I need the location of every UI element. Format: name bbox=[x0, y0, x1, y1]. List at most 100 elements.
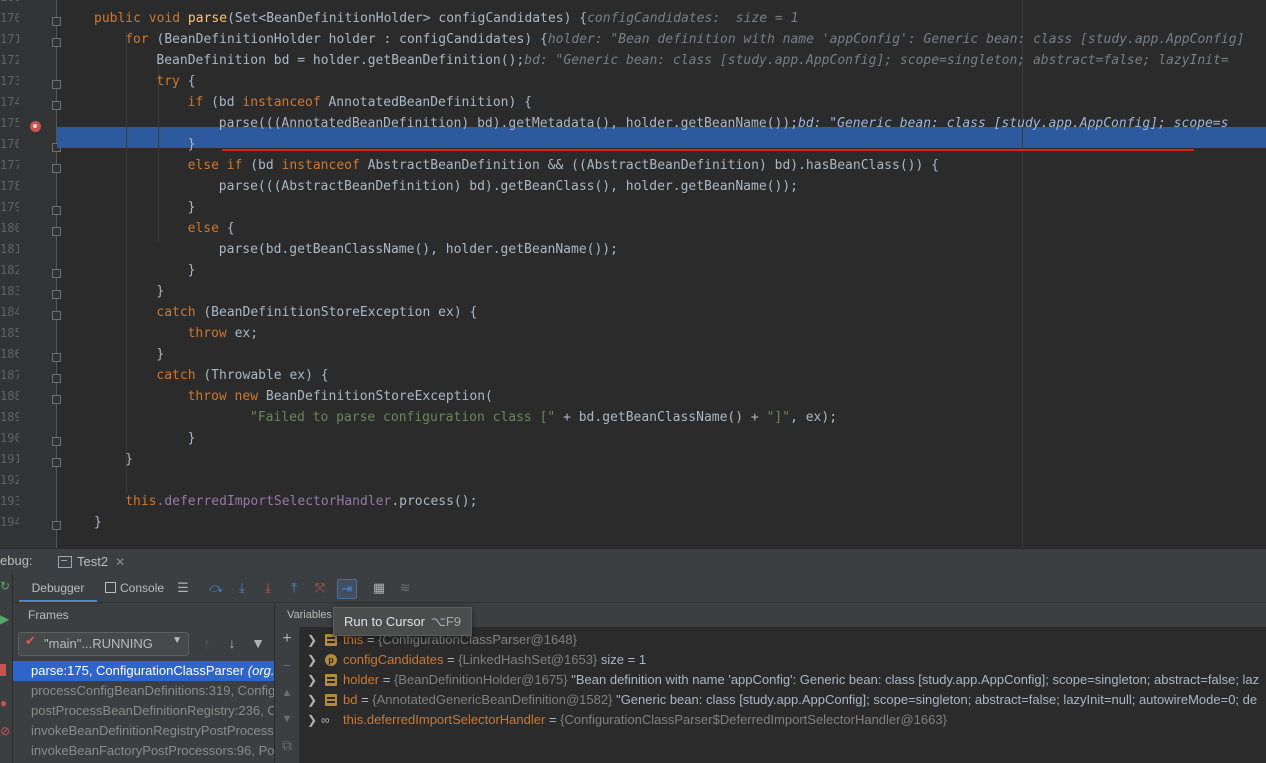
fold-marker-icon[interactable] bbox=[52, 269, 61, 278]
line-number[interactable]: 191 bbox=[0, 452, 61, 473]
line-number[interactable]: 181 bbox=[0, 242, 56, 263]
variable-row[interactable]: ❯ holder = {BeanDefinitionHolder@1675} "B… bbox=[299, 670, 1266, 690]
execution-point-line[interactable]: parse(((AnnotatedBeanDefinition) bd).get… bbox=[219, 116, 1229, 137]
code-line[interactable]: else { bbox=[188, 221, 235, 242]
fold-marker-icon[interactable] bbox=[52, 290, 61, 299]
code-line[interactable]: public void parse(Set<BeanDefinitionHold… bbox=[94, 11, 798, 32]
line-number[interactable]: 183 bbox=[0, 284, 61, 305]
tab-console[interactable]: Console bbox=[105, 574, 164, 602]
frame-item[interactable]: invokeBeanDefinitionRegistryPostProcess bbox=[13, 721, 274, 741]
fold-marker-icon[interactable] bbox=[52, 38, 61, 47]
code-line[interactable]: } bbox=[156, 347, 164, 368]
fold-marker-icon[interactable] bbox=[52, 311, 61, 320]
view-breakpoints-icon[interactable]: ● bbox=[0, 696, 10, 710]
code-line[interactable]: if (bd instanceof AnnotatedBeanDefinitio… bbox=[188, 95, 532, 116]
code-line[interactable]: } bbox=[94, 515, 102, 536]
variable-row[interactable]: ❯ ∞ this.deferredImportSelectorHandler = {… bbox=[299, 710, 1266, 730]
line-number[interactable]: 178 bbox=[0, 179, 56, 200]
force-step-into-icon[interactable]: ⤓ bbox=[259, 579, 277, 597]
fold-marker-icon[interactable] bbox=[52, 101, 61, 110]
code-editor[interactable]: 169 170 171 172 173 174 175 176 177 178 179 180 181 1… bbox=[0, 0, 1266, 548]
line-number[interactable]: 193 bbox=[0, 494, 56, 515]
code-line[interactable]: else if (bd instanceof AbstractBeanDefin… bbox=[188, 158, 939, 179]
fold-marker-icon[interactable] bbox=[52, 80, 61, 89]
trace-stream-icon[interactable]: ≋ bbox=[396, 579, 414, 597]
code-line[interactable]: "Failed to parse configuration class [" … bbox=[250, 410, 837, 431]
line-number[interactable]: 176 bbox=[0, 137, 61, 158]
evaluate-expression-icon[interactable]: ▦ bbox=[370, 579, 388, 597]
line-number[interactable]: 173 bbox=[0, 74, 61, 95]
fold-marker-icon[interactable] bbox=[52, 206, 61, 215]
thread-selector[interactable]: ✔ "main"...RUNNING ▼ bbox=[18, 632, 189, 656]
variable-row[interactable]: ❯ bd = {AnnotatedGenericBeanDefinition@15… bbox=[299, 690, 1266, 710]
frame-item-selected[interactable]: parse:175, ConfigurationClassParser (org… bbox=[13, 661, 274, 681]
line-number[interactable]: 187 bbox=[0, 368, 61, 389]
line-number[interactable]: 180 bbox=[0, 221, 61, 242]
frame-down-icon[interactable]: ↓ bbox=[224, 635, 240, 651]
frame-item[interactable]: processConfigBeanDefinitions:319, Config bbox=[13, 681, 274, 701]
code-line[interactable]: throw new BeanDefinitionStoreException( bbox=[188, 389, 493, 410]
code-line[interactable]: throw ex; bbox=[188, 326, 258, 347]
add-watch-icon[interactable]: + bbox=[279, 631, 295, 647]
close-tab-icon[interactable]: ✕ bbox=[115, 555, 125, 569]
copy-watch-icon[interactable]: ⧉ bbox=[279, 737, 295, 753]
expand-arrow-icon[interactable]: ❯ bbox=[307, 630, 317, 650]
rerun-icon[interactable]: ↻ bbox=[0, 579, 10, 593]
fold-marker-icon[interactable] bbox=[52, 374, 61, 383]
code-line[interactable]: catch (BeanDefinitionStoreException ex) … bbox=[156, 305, 477, 326]
code-line[interactable]: } bbox=[156, 284, 164, 305]
line-number[interactable]: 171 bbox=[0, 32, 61, 53]
code-line[interactable]: try { bbox=[156, 74, 195, 95]
step-over-icon[interactable]: ⤼ bbox=[207, 579, 225, 597]
expand-arrow-icon[interactable]: ❯ bbox=[307, 690, 317, 710]
line-number[interactable]: 194 bbox=[0, 515, 61, 536]
code-line[interactable]: } bbox=[188, 137, 196, 158]
line-number[interactable]: 177 bbox=[0, 158, 61, 179]
frame-item[interactable]: postProcessBeanDefinitionRegistry:236, C bbox=[13, 701, 274, 721]
line-number[interactable]: 192 bbox=[0, 473, 56, 494]
line-number[interactable]: 184 bbox=[0, 305, 61, 326]
code-line[interactable]: } bbox=[188, 431, 196, 452]
layout-menu-icon[interactable]: ☰ bbox=[174, 579, 192, 597]
fold-marker-icon[interactable] bbox=[52, 164, 61, 173]
breakpoint-icon[interactable] bbox=[30, 121, 41, 132]
line-number[interactable]: 186 bbox=[0, 347, 61, 368]
line-number[interactable]: 172 bbox=[0, 53, 56, 74]
fold-marker-icon[interactable] bbox=[52, 458, 61, 467]
code-line[interactable]: } bbox=[188, 200, 196, 221]
line-number[interactable]: 182 bbox=[0, 263, 61, 284]
fold-marker-icon[interactable] bbox=[52, 395, 61, 404]
code-line[interactable]: } bbox=[188, 263, 196, 284]
stop-icon[interactable] bbox=[0, 664, 6, 676]
line-number[interactable]: 175 bbox=[0, 116, 56, 137]
frame-item[interactable]: invokeBeanFactoryPostProcessors:96, Po bbox=[13, 741, 274, 761]
run-to-cursor-icon[interactable]: ⇥ bbox=[337, 579, 357, 599]
expand-arrow-icon[interactable]: ❯ bbox=[307, 650, 317, 670]
drop-frame-icon[interactable]: ⤧ bbox=[311, 579, 329, 597]
expand-arrow-icon[interactable]: ❯ bbox=[307, 710, 317, 730]
step-into-icon[interactable]: ⤓ bbox=[233, 579, 251, 597]
code-line[interactable]: for (BeanDefinitionHolder holder : confi… bbox=[125, 32, 1244, 53]
fold-marker-icon[interactable] bbox=[52, 521, 61, 530]
line-number[interactable]: 179 bbox=[0, 200, 61, 221]
fold-marker-icon[interactable] bbox=[52, 353, 61, 362]
line-number[interactable]: 185 bbox=[0, 326, 56, 347]
line-number[interactable]: 188 bbox=[0, 389, 61, 410]
editor-gutter[interactable]: 169 170 171 172 173 174 175 176 177 178 179 180 181 1… bbox=[0, 0, 61, 548]
code-line[interactable]: } bbox=[125, 452, 133, 473]
mute-breakpoints-icon[interactable]: ⊘ bbox=[0, 724, 10, 738]
code-line[interactable]: catch (Throwable ex) { bbox=[156, 368, 328, 389]
line-number[interactable]: 169 bbox=[0, 0, 56, 11]
frame-up-icon[interactable]: ↑ bbox=[199, 635, 215, 651]
line-number[interactable]: 170 bbox=[0, 11, 61, 32]
resume-icon[interactable]: ▶ bbox=[0, 612, 10, 626]
variable-row[interactable]: ❯ p configCandidates = {LinkedHashSet@1653… bbox=[299, 650, 1266, 670]
remove-watch-icon[interactable]: − bbox=[279, 657, 295, 673]
move-down-icon[interactable]: ▼ bbox=[279, 711, 295, 727]
line-number[interactable]: 174 bbox=[0, 95, 61, 116]
expand-arrow-icon[interactable]: ❯ bbox=[307, 670, 317, 690]
move-up-icon[interactable]: ▲ bbox=[279, 685, 295, 701]
code-line[interactable]: this.deferredImportSelectorHandler.proce… bbox=[125, 494, 477, 515]
fold-marker-icon[interactable] bbox=[52, 227, 61, 236]
code-line[interactable]: parse(((AbstractBeanDefinition) bd).getB… bbox=[219, 179, 798, 200]
